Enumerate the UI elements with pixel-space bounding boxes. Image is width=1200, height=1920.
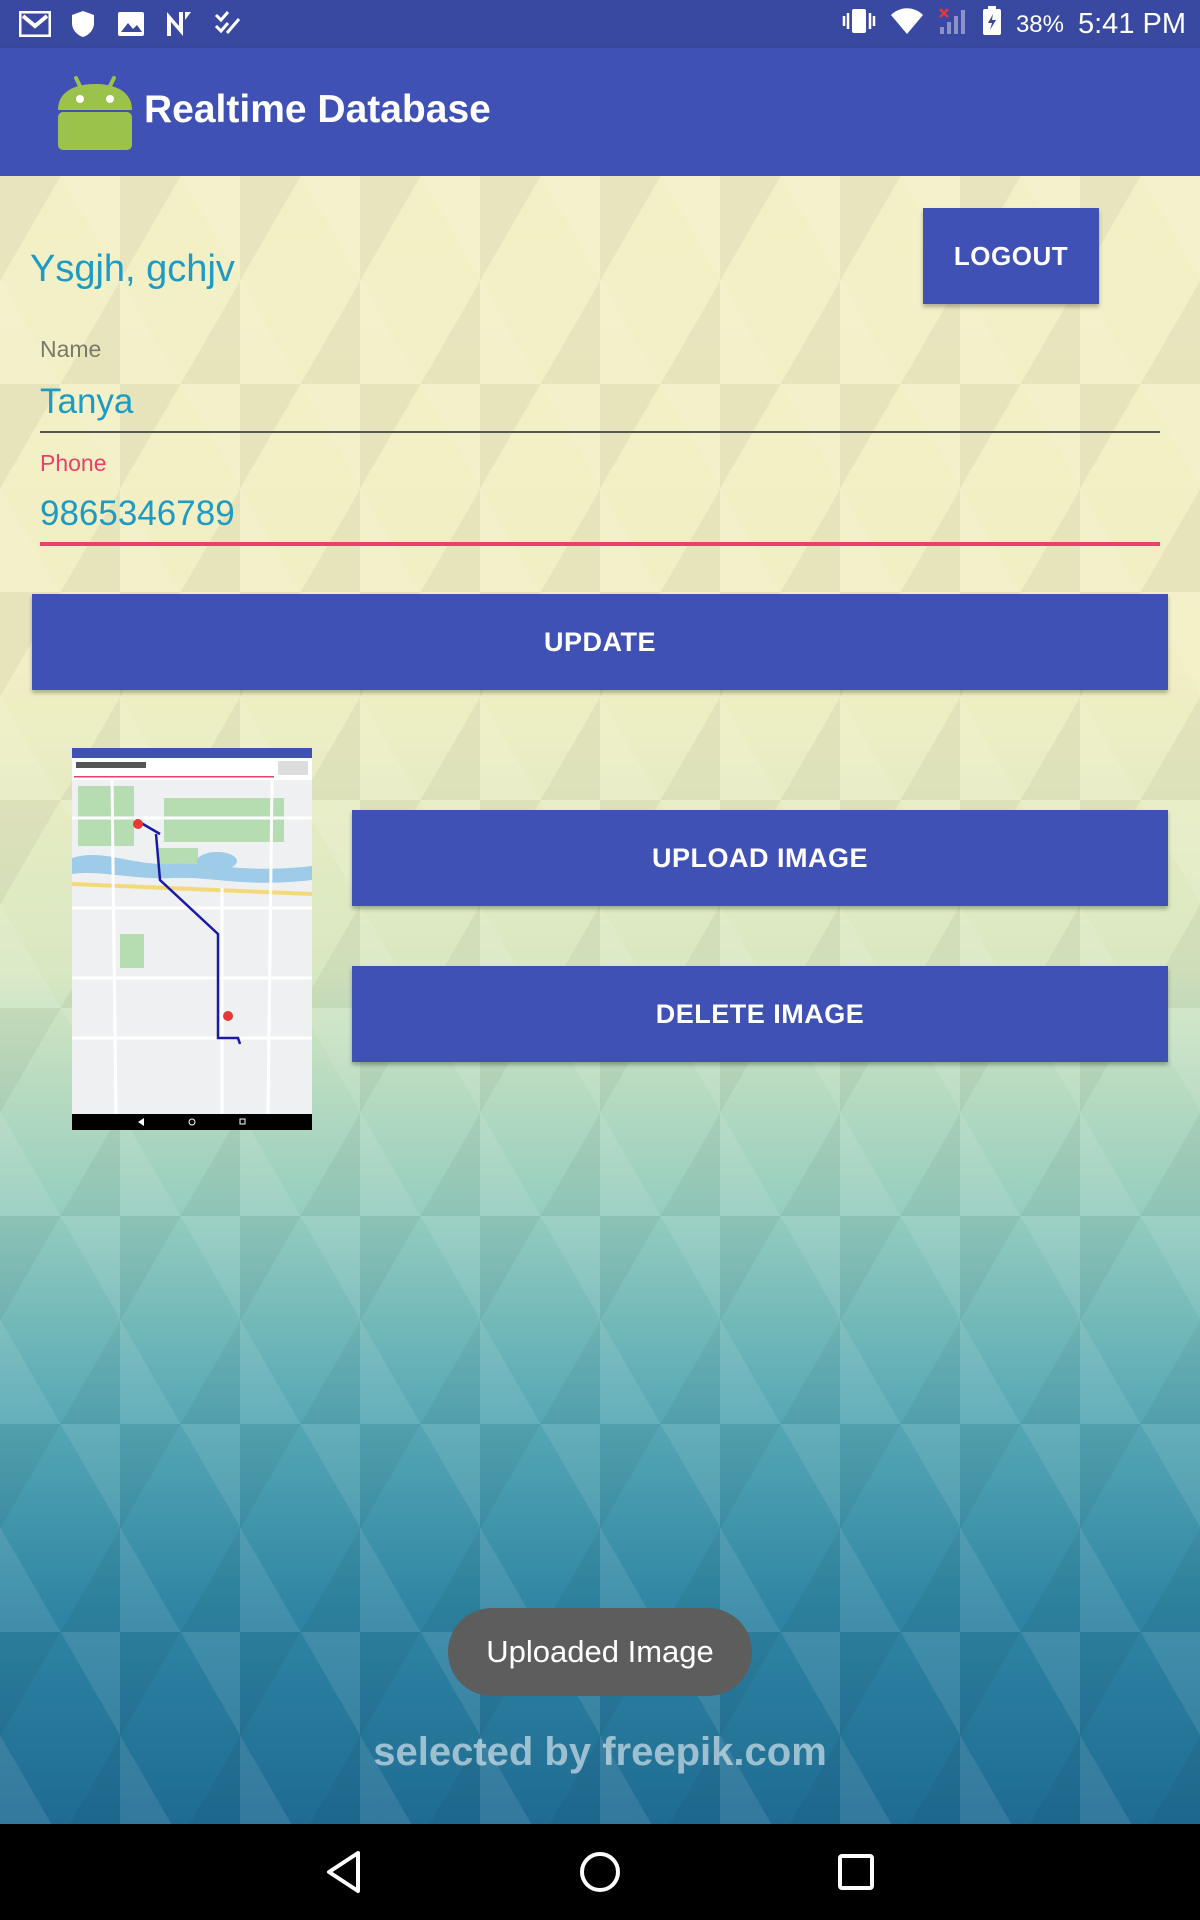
clock: 5:41 PM [1078, 8, 1186, 40]
uploaded-image-thumbnail[interactable] [72, 748, 312, 1130]
home-icon[interactable] [572, 1844, 628, 1900]
back-icon[interactable] [316, 1844, 372, 1900]
main-content: Ysgjh, gchjv LOGOUT Name Tanya Phone 986… [0, 176, 1200, 1824]
name-underline [40, 431, 1160, 433]
app-title: Realtime Database [144, 88, 491, 131]
phone-label: Phone [40, 450, 107, 476]
battery-icon [982, 6, 1002, 43]
signal-icon [938, 7, 968, 42]
notification-icons [18, 8, 244, 40]
phone-input[interactable]: 9865346789 [40, 494, 235, 534]
shield-icon [66, 8, 100, 40]
update-button[interactable]: UPDATE [32, 594, 1168, 690]
recents-icon[interactable] [828, 1844, 884, 1900]
battery-percent: 38% [1015, 10, 1064, 38]
wifi-icon [890, 7, 924, 42]
delete-image-button[interactable]: DELETE IMAGE [352, 966, 1168, 1062]
vibrate-icon [842, 7, 876, 42]
name-label: Name [40, 336, 102, 362]
status-bar: 38% 5:41 PM [0, 0, 1200, 48]
image-icon [114, 8, 148, 40]
freepik-watermark: selected by freepik.com [373, 1730, 827, 1774]
checklist-icon [210, 8, 244, 40]
navigation-bar [0, 1824, 1200, 1920]
phone-underline [40, 542, 1160, 546]
name-input[interactable]: Tanya [40, 382, 133, 422]
system-icons: 38% 5:41 PM [842, 6, 1186, 43]
toast-message: Uploaded Image [448, 1608, 752, 1696]
app-bar: Realtime Database [0, 48, 1200, 176]
n-icon [162, 8, 196, 40]
android-icon [54, 70, 136, 152]
gmail-icon [18, 8, 52, 40]
user-greeting: Ysgjh, gchjv [30, 248, 235, 290]
logout-button[interactable]: LOGOUT [923, 208, 1099, 304]
upload-image-button[interactable]: UPLOAD IMAGE [352, 810, 1168, 906]
